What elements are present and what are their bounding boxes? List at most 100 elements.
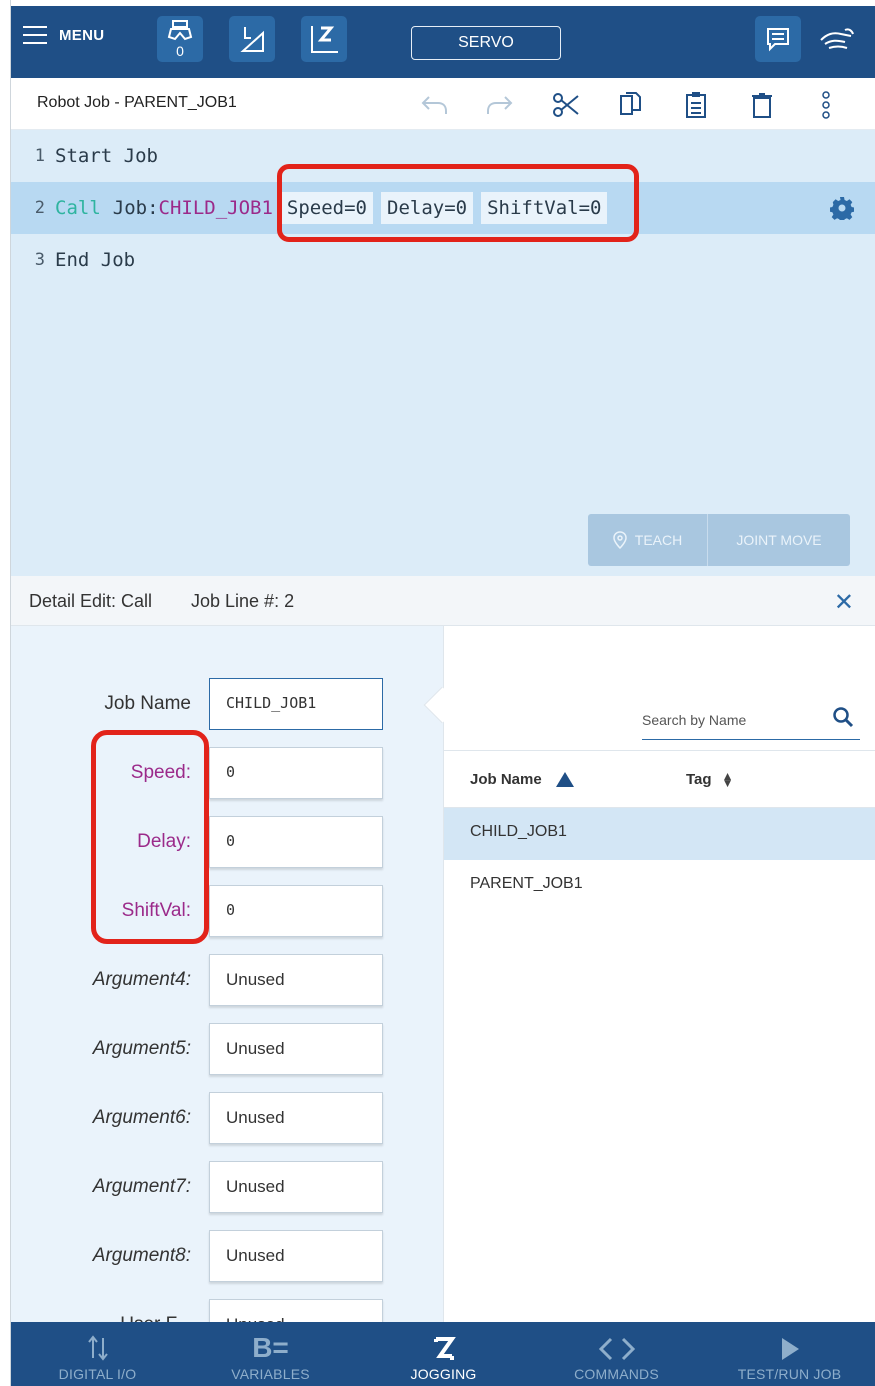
tag-column-label: Tag [686, 771, 712, 788]
tool-number: 0 [176, 43, 184, 59]
job-title-bar: Robot Job - PARENT_JOB1 [11, 78, 875, 130]
search-icon[interactable] [832, 706, 854, 728]
gripper-icon: 0 [167, 20, 193, 59]
argument7-label: Argument7: [92, 1176, 191, 1197]
detail-edit-header: Detail Edit: Call Job Line #: 2 ✕ [11, 576, 875, 626]
nav-jogging[interactable]: JOGGING [357, 1322, 530, 1386]
teach-label: TEACH [634, 532, 683, 548]
argument7-input[interactable]: Unused [209, 1161, 383, 1213]
nav-label: JOGGING [410, 1366, 477, 1382]
menu-button[interactable]: MENU [23, 26, 104, 44]
top-toolbar: MENU 0 SERVO [11, 0, 875, 78]
play-icon [781, 1338, 799, 1360]
line-text: End Job [55, 249, 136, 271]
job-list-header: Job Name Tag ▲ ▼ [444, 750, 875, 808]
line-number: 1 [34, 146, 45, 166]
call-keyword: Call [55, 197, 101, 219]
messages-button[interactable] [755, 16, 801, 62]
axis-frame-button[interactable] [301, 16, 347, 62]
tool-gripper-button[interactable]: 0 [157, 16, 203, 62]
user-frame-label: User F... [120, 1314, 191, 1322]
nav-label: COMMANDS [574, 1366, 659, 1382]
paste-button[interactable] [681, 90, 711, 120]
job-name-label: Job Name [104, 693, 191, 714]
argument5-input[interactable]: Unused [209, 1023, 383, 1075]
job-name-input[interactable]: CHILD_JOB1 [209, 678, 383, 730]
redo-button[interactable] [485, 90, 515, 120]
delete-button[interactable] [747, 90, 777, 120]
hamburger-icon [23, 26, 47, 44]
argument4-input[interactable]: Unused [209, 954, 383, 1006]
copy-icon [620, 92, 641, 115]
undo-icon [421, 96, 447, 114]
jogging-icon [433, 1337, 456, 1360]
scissors-icon [553, 93, 579, 117]
nav-label: TEST/RUN JOB [737, 1366, 842, 1382]
app-frame: MENU 0 SERVO Robot Job - PARENT_JOB1 1 S… [10, 0, 875, 1386]
variables-icon: B= [252, 1332, 289, 1363]
axis-z-icon [311, 26, 338, 53]
undo-button[interactable] [419, 90, 449, 120]
joint-move-button[interactable]: JOINT MOVE [708, 514, 850, 566]
argument7-row: Argument7: Unused [11, 1161, 443, 1213]
nav-commands[interactable]: COMMANDS [530, 1322, 703, 1386]
argument6-input[interactable]: Unused [209, 1092, 383, 1144]
teach-button-group: TEACH JOINT MOVE [588, 514, 850, 566]
more-options-button[interactable] [811, 90, 841, 120]
close-icon[interactable]: ✕ [834, 588, 854, 617]
sort-both-icon: ▲ ▼ [721, 768, 734, 790]
nav-test-run-job[interactable]: TEST/RUN JOB [703, 1322, 875, 1386]
trash-icon [752, 93, 772, 118]
hand-guide-icon[interactable] [819, 26, 855, 59]
argument6-label: Argument6: [92, 1107, 191, 1128]
code-brackets-icon [598, 1337, 635, 1361]
job-list-panel: Search by Name Job Name Tag ▲ ▼ CHILD_JOB… [443, 626, 875, 1322]
job-prefix: Job: [112, 197, 159, 219]
coordinate-frame-button[interactable] [229, 16, 275, 62]
cut-button[interactable] [551, 90, 581, 120]
argument8-input[interactable]: Unused [209, 1230, 383, 1282]
sort-tag[interactable]: Tag ▲ ▼ [686, 768, 734, 790]
delay-input[interactable]: 0 [209, 816, 383, 868]
servo-button[interactable]: SERVO [411, 26, 561, 60]
nav-label: VARIABLES [231, 1366, 310, 1382]
call-parameters-form: Job Name CHILD_JOB1 Speed: 0 Delay: 0 Sh… [11, 626, 443, 1322]
detail-edit-title: Detail Edit: Call [29, 591, 153, 611]
user-frame-input[interactable]: Unused [209, 1299, 383, 1322]
nav-variables[interactable]: B= VARIABLES [184, 1322, 357, 1386]
speed-input[interactable]: 0 [209, 747, 383, 799]
argument5-label: Argument5: [92, 1038, 191, 1059]
shiftval-input[interactable]: 0 [209, 885, 383, 937]
argument6-row: Argument6: Unused [11, 1092, 443, 1144]
sort-ascending-icon [555, 772, 574, 787]
annotation-highlight-arguments [277, 164, 639, 242]
argument8-row: Argument8: Unused [11, 1230, 443, 1282]
job-name-column-label: Job Name [470, 771, 542, 788]
nav-label: DIGITAL I/O [58, 1366, 137, 1382]
job-list-item[interactable]: CHILD_JOB1 [444, 808, 875, 860]
io-arrows-icon [87, 1335, 108, 1361]
job-title: Robot Job - PARENT_JOB1 [37, 94, 237, 111]
user-frame-icon [240, 27, 264, 52]
job-search-input[interactable]: Search by Name [642, 704, 860, 740]
search-placeholder: Search by Name [642, 712, 747, 728]
job-list-item[interactable]: PARENT_JOB1 [444, 860, 875, 912]
teach-button[interactable]: TEACH [588, 514, 708, 566]
shiftval-row: ShiftVal: 0 [11, 885, 443, 937]
argument5-row: Argument5: Unused [11, 1023, 443, 1075]
line-text: Start Job [55, 145, 158, 167]
menu-label: MENU [59, 26, 105, 44]
bottom-navigation: DIGITAL I/O B= VARIABLES JOGGING COMMAND… [11, 1322, 875, 1386]
sort-job-name[interactable]: Job Name [470, 771, 574, 788]
redo-icon [487, 96, 513, 114]
annotation-highlight-arg-labels [91, 730, 209, 944]
gear-icon[interactable] [830, 196, 854, 220]
location-pin-icon [613, 531, 627, 549]
job-line-number: Job Line #: 2 [191, 591, 295, 611]
job-name-row: Job Name CHILD_JOB1 [11, 678, 443, 730]
nav-digital-io[interactable]: DIGITAL I/O [11, 1322, 184, 1386]
argument4-label: Argument4: [92, 969, 191, 990]
more-vertical-icon [822, 91, 830, 119]
job-name-value: CHILD_JOB1 [158, 197, 273, 219]
copy-button[interactable] [615, 90, 645, 120]
